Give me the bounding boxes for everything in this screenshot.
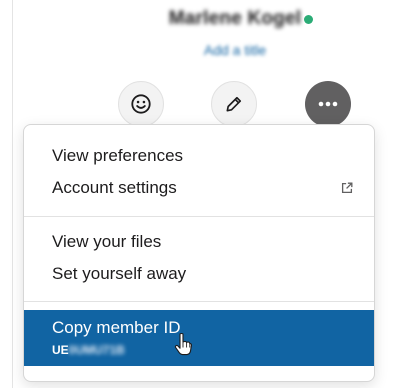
copy-member-id-label: Copy member ID: [52, 318, 181, 337]
menu-item-copy-member-id[interactable]: Copy member ID UE0UMU71B: [24, 310, 374, 366]
menu-item-label: View your files: [52, 232, 162, 251]
edit-profile-button[interactable]: [211, 81, 257, 127]
member-id-value: UE0UMU71B: [52, 343, 125, 357]
external-link-icon: [341, 182, 353, 194]
active-status-icon: [304, 15, 313, 24]
member-id-redacted: 0UMU71B: [68, 343, 125, 357]
menu-item-account-settings[interactable]: Account settings: [24, 172, 374, 204]
menu-item-view-preferences[interactable]: View preferences: [24, 140, 374, 172]
menu-item-label: View preferences: [52, 146, 184, 165]
menu-separator: [24, 216, 374, 217]
smiley-face-icon: [131, 94, 151, 114]
menu-item-label: Set yourself away: [52, 264, 187, 283]
menu-separator: [24, 301, 374, 302]
ellipsis-icon: [318, 101, 338, 107]
hand-pointer-cursor-icon: [174, 332, 192, 356]
menu-item-label: Account settings: [52, 178, 177, 197]
panel-divider: [12, 0, 13, 388]
add-title-link[interactable]: Add a title: [0, 42, 400, 58]
menu-item-view-files[interactable]: View your files: [24, 226, 374, 258]
member-id-prefix: UE: [52, 343, 69, 357]
more-actions-menu: View preferences Account settings View y…: [23, 124, 375, 382]
profile-panel: Marlene Kogel Add a title View preferenc…: [0, 0, 400, 388]
more-actions-button[interactable]: [305, 81, 351, 127]
menu-item-set-away[interactable]: Set yourself away: [24, 258, 374, 290]
set-status-button[interactable]: [118, 81, 164, 127]
pencil-icon: [226, 96, 242, 112]
profile-name: Marlene Kogel: [168, 8, 302, 29]
